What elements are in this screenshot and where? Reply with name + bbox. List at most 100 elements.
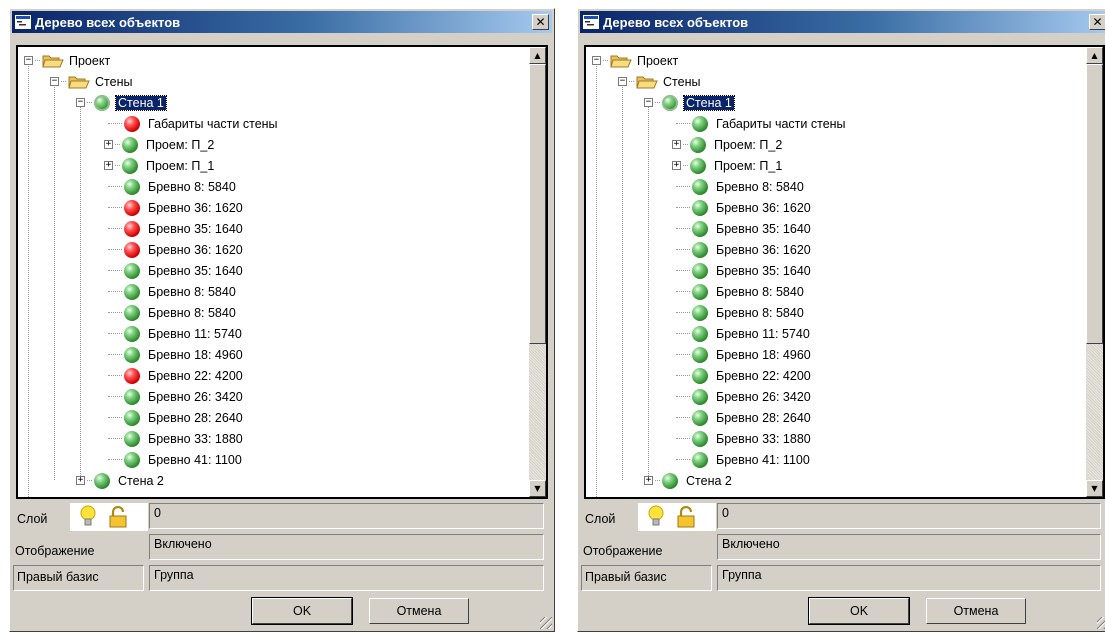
- tree-node[interactable]: Бревно 33: 1880: [104, 428, 245, 449]
- tree-node[interactable]: Бревно 18: 4960: [672, 344, 813, 365]
- tree-connector: [676, 417, 690, 418]
- padlock-icon[interactable]: [676, 505, 696, 528]
- tree-node[interactable]: Бревно 28: 2640: [104, 407, 245, 428]
- basis-value-field[interactable]: Группа: [717, 565, 1101, 591]
- collapse-toggle[interactable]: −: [24, 56, 33, 65]
- cancel-button[interactable]: Отмена: [369, 598, 469, 624]
- expand-toggle[interactable]: +: [644, 476, 653, 485]
- expand-toggle[interactable]: +: [672, 161, 681, 170]
- cancel-button[interactable]: Отмена: [926, 598, 1026, 624]
- tree-node[interactable]: Бревно 11: 5740: [672, 323, 812, 344]
- ok-button[interactable]: OK: [808, 597, 910, 625]
- collapse-toggle[interactable]: −: [50, 77, 59, 86]
- tree-guide-line: [80, 102, 81, 480]
- tree-node[interactable]: Бревно 8: 5840: [104, 176, 238, 197]
- tree-node[interactable]: Бревно 8: 5840: [104, 302, 238, 323]
- tree-node[interactable]: Бревно 28: 2640: [672, 407, 813, 428]
- tree-node-label: Бревно 18: 4960: [148, 347, 243, 362]
- tree-node[interactable]: − Стены: [50, 71, 134, 92]
- vertical-scrollbar[interactable]: ▲ ▼: [529, 47, 546, 497]
- tree-node[interactable]: Бревно 22: 4200: [104, 365, 245, 386]
- tree-node[interactable]: Бревно 26: 3420: [672, 386, 813, 407]
- expand-toggle[interactable]: +: [104, 161, 113, 170]
- tree-node[interactable]: + Проем: П_1: [672, 155, 784, 176]
- tree-node[interactable]: − Стены: [618, 71, 702, 92]
- tree-connector: [676, 249, 690, 250]
- tree-node[interactable]: − Стена 1: [76, 92, 167, 113]
- scroll-down-button[interactable]: ▼: [529, 480, 546, 497]
- tree-node[interactable]: + Стена 2: [644, 470, 734, 491]
- tree-node[interactable]: Бревно 36: 1620: [672, 197, 813, 218]
- tree-content: − Проект − Стены − Стена 1 Габариты части стен…: [586, 47, 1086, 497]
- tree-node[interactable]: − Проект: [24, 50, 112, 71]
- expand-toggle[interactable]: +: [76, 476, 85, 485]
- resize-grip[interactable]: [1097, 617, 1105, 629]
- close-button[interactable]: ✕: [532, 14, 549, 30]
- scroll-up-button[interactable]: ▲: [529, 47, 546, 64]
- object-tree[interactable]: − Проект − Стены − Стена 1 Габариты части стен…: [584, 45, 1105, 499]
- expand-toggle[interactable]: +: [672, 140, 681, 149]
- tree-node[interactable]: Бревно 8: 5840: [672, 302, 806, 323]
- vertical-scrollbar[interactable]: ▲ ▼: [1086, 47, 1103, 497]
- status-ok-icon: [692, 367, 708, 384]
- close-button[interactable]: ✕: [1089, 14, 1105, 30]
- tree-node[interactable]: − Проект: [592, 50, 680, 71]
- resize-grip[interactable]: [540, 617, 552, 629]
- scroll-up-button[interactable]: ▲: [1086, 47, 1103, 64]
- basis-value-field[interactable]: Группа: [149, 565, 544, 591]
- collapse-toggle[interactable]: −: [76, 98, 85, 107]
- title-bar[interactable]: Дерево всех объектов ✕: [580, 11, 1105, 33]
- lightbulb-icon[interactable]: [647, 505, 665, 529]
- tree-node[interactable]: Бревно 36: 1620: [104, 197, 245, 218]
- collapse-toggle[interactable]: −: [644, 98, 653, 107]
- tree-connector: [108, 396, 122, 397]
- expand-toggle[interactable]: +: [104, 140, 113, 149]
- tree-node[interactable]: Бревно 18: 4960: [104, 344, 245, 365]
- tree-connector: [35, 60, 40, 61]
- status-ok-icon: [692, 451, 708, 468]
- scroll-thumb[interactable]: [529, 64, 546, 344]
- collapse-toggle[interactable]: −: [592, 56, 601, 65]
- tree-node[interactable]: Бревно 41: 1100: [104, 449, 244, 470]
- tree-node[interactable]: + Проем: П_2: [672, 134, 784, 155]
- ok-button[interactable]: OK: [251, 597, 353, 625]
- padlock-icon[interactable]: [108, 505, 128, 528]
- tree-connector: [655, 480, 660, 481]
- scroll-thumb[interactable]: [1086, 64, 1103, 344]
- tree-node[interactable]: + Стена 2: [76, 470, 166, 491]
- tree-node[interactable]: Бревно 36: 1620: [672, 239, 813, 260]
- tree-node[interactable]: Бревно 35: 1640: [104, 260, 245, 281]
- tree-node[interactable]: Бревно 35: 1640: [672, 218, 813, 239]
- tree-node[interactable]: Бревно 11: 5740: [104, 323, 244, 344]
- tree-node-label: Бревно 36: 1620: [148, 200, 243, 215]
- display-value-field[interactable]: Включено: [149, 534, 544, 560]
- object-tree[interactable]: − Проект − Стены − Стена 1 Габариты части стен…: [16, 45, 548, 499]
- tree-node[interactable]: Бревно 35: 1640: [672, 260, 813, 281]
- tree-node-label: Бревно 18: 4960: [716, 347, 811, 362]
- tree-node[interactable]: Бревно 36: 1620: [104, 239, 245, 260]
- layer-label: Слой: [17, 512, 48, 526]
- tree-node[interactable]: + Проем: П_1: [104, 155, 216, 176]
- tree-node[interactable]: Бревно 8: 5840: [104, 281, 238, 302]
- tree-node-label: Бревно 36: 1620: [716, 242, 811, 257]
- tree-node[interactable]: Габариты части стены: [104, 113, 280, 134]
- tree-node[interactable]: Бревно 41: 1100: [672, 449, 812, 470]
- tree-node[interactable]: Бревно 8: 5840: [672, 281, 806, 302]
- tree-node[interactable]: + Проем: П_2: [104, 134, 216, 155]
- layer-value-field[interactable]: 0: [149, 503, 544, 529]
- collapse-toggle[interactable]: −: [618, 77, 627, 86]
- tree-connector: [108, 207, 122, 208]
- display-value-field[interactable]: Включено: [717, 534, 1101, 560]
- tree-node[interactable]: Бревно 22: 4200: [672, 365, 813, 386]
- tree-node-label: Проем: П_2: [714, 137, 783, 152]
- tree-node[interactable]: Габариты части стены: [672, 113, 848, 134]
- tree-node[interactable]: Бревно 35: 1640: [104, 218, 245, 239]
- scroll-down-button[interactable]: ▼: [1086, 480, 1103, 497]
- tree-node[interactable]: Бревно 8: 5840: [672, 176, 806, 197]
- layer-value-field[interactable]: 0: [717, 503, 1101, 529]
- lightbulb-icon[interactable]: [79, 505, 97, 529]
- tree-node[interactable]: Бревно 33: 1880: [672, 428, 813, 449]
- title-bar[interactable]: Дерево всех объектов ✕: [12, 11, 552, 33]
- tree-node[interactable]: Бревно 26: 3420: [104, 386, 245, 407]
- tree-node[interactable]: − Стена 1: [644, 92, 735, 113]
